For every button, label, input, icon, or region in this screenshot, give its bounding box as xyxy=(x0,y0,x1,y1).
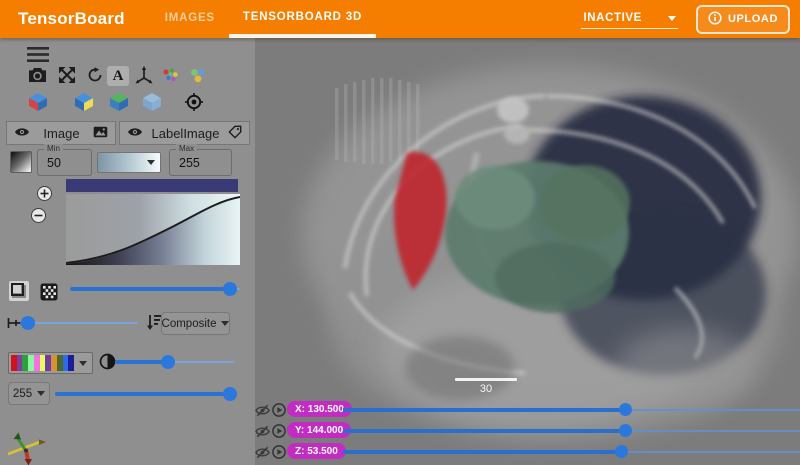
label-opacity-slider[interactable] xyxy=(115,355,235,369)
contrast-icon[interactable] xyxy=(99,353,116,370)
eye-off-icon[interactable] xyxy=(255,404,270,417)
app-window: TensorBoard IMAGES TENSORBOARD 3D INACTI… xyxy=(0,0,800,465)
cube-green-icon[interactable] xyxy=(108,92,130,112)
depth-slider[interactable] xyxy=(55,387,235,401)
annotation-a-icon[interactable]: A xyxy=(107,66,129,86)
checkerboard-icon[interactable] xyxy=(40,283,58,301)
point-cloud-icon[interactable] xyxy=(161,67,178,83)
header: TensorBoard IMAGES TENSORBOARD 3D INACTI… xyxy=(0,0,800,38)
eye-icon[interactable] xyxy=(127,126,143,141)
depth-label: 255 xyxy=(13,388,32,400)
axis-slider-y[interactable] xyxy=(343,423,800,438)
chevron-down-icon xyxy=(37,391,45,396)
slider-thumb[interactable] xyxy=(619,403,632,416)
opacity-gradient-button[interactable] xyxy=(10,151,32,173)
scale-bar-line xyxy=(455,378,517,381)
layer-button-image[interactable]: Image xyxy=(6,121,116,145)
slider-thumb[interactable] xyxy=(223,387,237,401)
header-actions: INACTIVE UPLOAD xyxy=(581,5,790,34)
depth-dropdown[interactable]: 255 xyxy=(8,382,50,405)
eye-off-icon[interactable] xyxy=(255,446,270,459)
spheres-icon[interactable] xyxy=(189,67,206,83)
chevron-down-icon xyxy=(668,16,676,21)
move-3d-icon[interactable] xyxy=(135,66,153,84)
palette-swatches xyxy=(11,355,74,371)
max-field-value[interactable]: 255 xyxy=(170,150,231,170)
axes-gizmo-icon xyxy=(6,430,48,465)
play-icon[interactable] xyxy=(272,424,286,438)
label-palette-dropdown[interactable] xyxy=(8,352,93,374)
slider-fill xyxy=(343,429,626,433)
menu-icon[interactable] xyxy=(26,46,50,64)
axis-slider-x[interactable] xyxy=(343,402,800,417)
slider-fill xyxy=(343,450,622,454)
slider-thumb[interactable] xyxy=(619,424,632,437)
colormap-dropdown[interactable] xyxy=(97,152,161,173)
chevron-down-icon xyxy=(79,361,87,366)
scale-bar: 30 xyxy=(455,378,517,395)
slider-thumb[interactable] xyxy=(223,282,237,296)
upload-button[interactable]: UPLOAD xyxy=(696,5,790,34)
sample-distance-slider[interactable] xyxy=(20,316,138,330)
transfer-function-plot[interactable] xyxy=(66,194,240,265)
image-icon xyxy=(93,126,108,141)
tab-tensorboard-3d[interactable]: TENSORBOARD 3D xyxy=(229,0,376,38)
range-selection-bar[interactable] xyxy=(66,179,238,192)
zoom-out-icon[interactable] xyxy=(31,208,46,223)
chevron-down-icon xyxy=(221,321,229,326)
play-icon[interactable] xyxy=(272,403,286,417)
tab-images[interactable]: IMAGES xyxy=(151,0,229,38)
blend-mode-label: Composite xyxy=(162,318,217,330)
viewer-3d[interactable]: 30 X: 130.500 Y: 144.00 xyxy=(255,38,800,465)
info-icon xyxy=(708,11,722,28)
expand-icon[interactable] xyxy=(58,66,76,84)
layer-image-label: Image xyxy=(36,126,87,141)
scale-bar-label: 30 xyxy=(455,383,517,395)
cube-blue-icon[interactable] xyxy=(141,92,163,112)
slider-thumb[interactable] xyxy=(21,316,35,330)
zoom-in-icon[interactable] xyxy=(37,186,52,201)
eye-icon[interactable] xyxy=(14,126,30,141)
min-field[interactable]: Min 50 xyxy=(37,149,92,176)
play-icon[interactable] xyxy=(272,445,286,459)
slider-fill xyxy=(343,408,626,412)
max-field[interactable]: Max 255 xyxy=(169,149,232,176)
app-logo: TensorBoard xyxy=(18,9,125,29)
chevron-down-icon xyxy=(147,160,155,165)
axis-value-pill-z[interactable]: Z: 53.500 xyxy=(287,443,346,459)
min-field-label: Min xyxy=(44,144,63,153)
slider-rail[interactable] xyxy=(20,322,138,324)
slider-thumb[interactable] xyxy=(161,355,175,369)
slider-fill xyxy=(70,287,230,291)
annotation-a-glyph: A xyxy=(113,68,124,85)
axis-value-pill-y[interactable]: Y: 144.000 xyxy=(287,422,351,438)
axis-slider-z[interactable] xyxy=(343,444,800,459)
status-dropdown[interactable]: INACTIVE xyxy=(581,9,677,29)
sidebar: A Image xyxy=(0,38,255,465)
layer-labelimage-label: LabelImage xyxy=(149,126,222,141)
header-tabs: IMAGES TENSORBOARD 3D xyxy=(151,0,376,38)
target-icon[interactable] xyxy=(185,93,203,111)
axis-row-x: X: 130.500 xyxy=(255,401,800,418)
cube-red-icon[interactable] xyxy=(27,92,49,112)
axis-row-z: Z: 53.500 xyxy=(255,443,800,460)
rotate-icon[interactable] xyxy=(87,67,103,83)
layer-button-labelimage[interactable]: LabelImage xyxy=(119,121,250,145)
cube-yellow-icon[interactable] xyxy=(73,92,95,112)
axis-row-y: Y: 144.000 xyxy=(255,422,800,439)
tag-icon xyxy=(228,125,242,142)
border-square-icon[interactable] xyxy=(8,280,30,302)
camera-icon[interactable] xyxy=(28,67,47,83)
blend-mode-dropdown[interactable]: Composite xyxy=(161,312,230,335)
max-field-label: Max xyxy=(176,144,197,153)
opacity-slider[interactable] xyxy=(70,282,240,296)
status-label: INACTIVE xyxy=(583,12,641,24)
slider-thumb[interactable] xyxy=(615,445,628,458)
eye-off-icon[interactable] xyxy=(255,425,270,438)
slider-fill xyxy=(55,392,230,396)
min-field-value[interactable]: 50 xyxy=(38,150,91,170)
upload-label: UPLOAD xyxy=(728,13,778,25)
